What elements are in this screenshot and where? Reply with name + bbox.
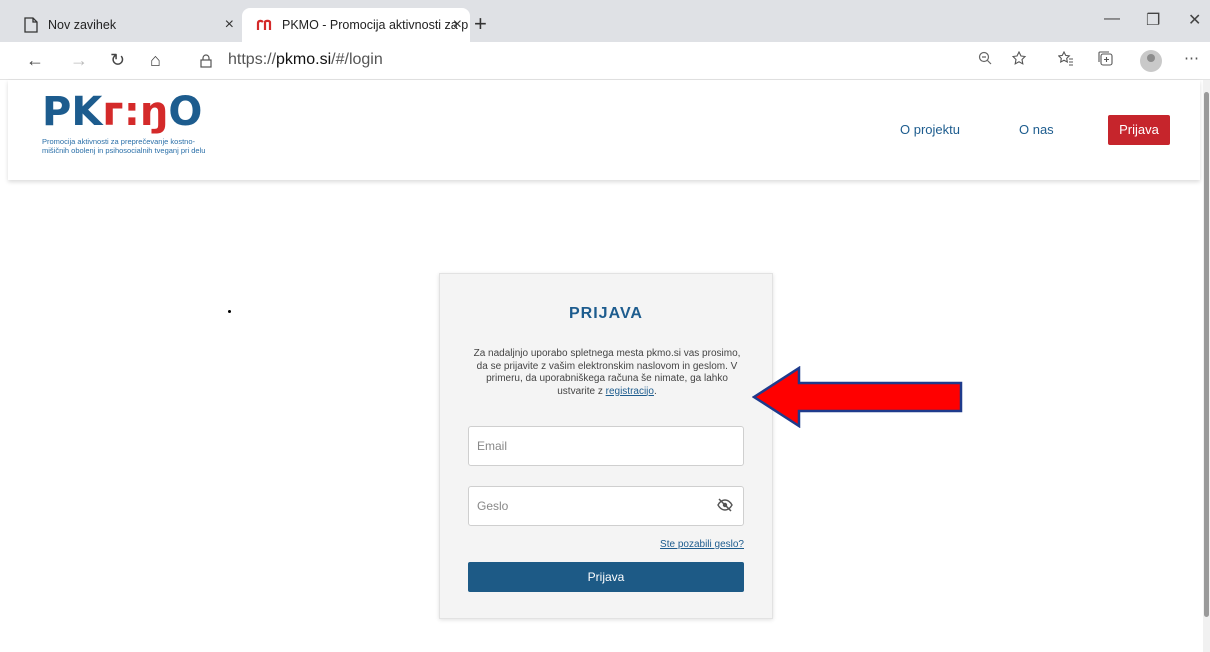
- tab-close-icon[interactable]: ×: [225, 16, 234, 34]
- nav-o-projektu[interactable]: O projektu: [900, 122, 960, 137]
- zoom-icon[interactable]: [978, 51, 992, 69]
- description-end: .: [653, 385, 657, 397]
- add-favorite-icon[interactable]: [1011, 50, 1028, 71]
- favorites-icon[interactable]: [1057, 50, 1074, 71]
- address-bar: ← → ↻ ⌂ https://pkmo.si/#/login ⋯: [0, 42, 1210, 80]
- url-prefix: https://: [228, 51, 277, 68]
- home-icon[interactable]: ⌂: [150, 51, 161, 69]
- reload-icon[interactable]: ↻: [110, 51, 125, 69]
- logo-mark: ᴦ:ŋ: [102, 89, 169, 135]
- tab-new-tab[interactable]: Nov zavihek ×: [10, 8, 242, 42]
- forgot-password-link[interactable]: Ste pozabili geslo?: [660, 539, 744, 550]
- nav-o-nas[interactable]: O nas: [1019, 122, 1054, 137]
- browser-tab-bar: Nov zavihek × PKMO - Promocija aktivnost…: [0, 0, 1210, 42]
- tab-close-icon[interactable]: ×: [453, 16, 462, 34]
- more-icon[interactable]: ⋯: [1184, 49, 1199, 67]
- eye-slash-icon[interactable]: [717, 498, 733, 517]
- pkmo-favicon-icon: [256, 19, 272, 31]
- annotation-arrow: [751, 365, 964, 433]
- nav-prijava-button[interactable]: Prijava: [1108, 115, 1170, 145]
- tab-label: Nov zavihek: [48, 18, 117, 32]
- logo-pk: PK: [42, 89, 103, 135]
- restore-icon[interactable]: ❐: [1146, 10, 1160, 30]
- page-icon: [24, 17, 38, 33]
- password-input[interactable]: [469, 487, 699, 525]
- logo-tagline: Promocija aktivnosti za preprečevanje ko…: [42, 137, 206, 155]
- tab-label: PKMO - Promocija aktivnosti za p: [282, 18, 469, 32]
- login-description: Za nadaljnjo uporabo spletnega mesta pkm…: [472, 348, 742, 398]
- site-header: PKᴦ:ŋO Promocija aktivnosti za preprečev…: [8, 80, 1200, 180]
- back-icon[interactable]: ←: [26, 51, 44, 69]
- new-tab-button[interactable]: +: [474, 13, 487, 35]
- stray-dot: [228, 310, 231, 313]
- forward-icon[interactable]: →: [70, 51, 88, 69]
- minimize-icon[interactable]: —: [1104, 10, 1120, 28]
- password-field[interactable]: [468, 486, 744, 526]
- scrollbar-thumb[interactable]: [1204, 92, 1209, 617]
- login-submit-button[interactable]: Prijava: [468, 562, 744, 592]
- close-window-icon[interactable]: ✕: [1188, 10, 1201, 30]
- register-link[interactable]: registracijo: [606, 386, 654, 397]
- login-card: PRIJAVA Za nadaljnjo uporabo spletnega m…: [439, 273, 773, 619]
- pkmo-logo[interactable]: PKᴦ:ŋO: [42, 90, 202, 134]
- logo-o: O: [168, 89, 203, 135]
- login-title: PRIJAVA: [569, 305, 643, 322]
- collections-icon[interactable]: [1098, 51, 1114, 71]
- email-field[interactable]: [468, 426, 744, 466]
- email-input[interactable]: [469, 427, 699, 465]
- lock-icon[interactable]: [200, 53, 212, 71]
- tab-pkmo[interactable]: PKMO - Promocija aktivnosti za p ×: [242, 8, 470, 42]
- url-path: /#/login: [331, 51, 383, 68]
- url-domain: pkmo.si: [276, 51, 332, 68]
- url-text[interactable]: https://pkmo.si/#/login: [228, 51, 383, 69]
- profile-avatar[interactable]: [1140, 50, 1162, 72]
